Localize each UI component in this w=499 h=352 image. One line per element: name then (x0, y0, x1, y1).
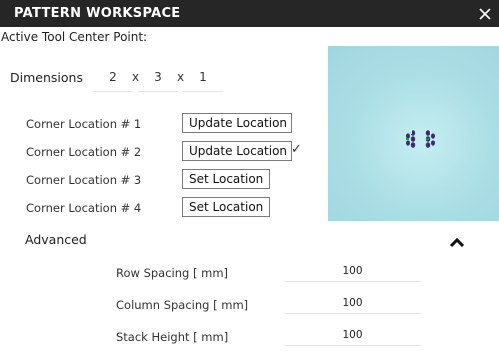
dimension-z-field[interactable]: 1 (183, 62, 223, 92)
corner-1-label: Corner Location # 1 (26, 117, 142, 131)
row-spacing-field[interactable]: 100 (285, 260, 420, 282)
window-title: PATTERN WORKSPACE (14, 6, 181, 21)
column-spacing-field[interactable]: 100 (285, 292, 420, 314)
corner-2-check-icon: ✓ (291, 142, 302, 157)
stack-height-field[interactable]: 100 (285, 324, 420, 346)
corner-3-label: Corner Location # 3 (26, 173, 142, 187)
pattern-parts-graphic (406, 130, 435, 148)
pattern-preview[interactable] (328, 46, 499, 221)
advanced-section-header[interactable]: Advanced (25, 232, 87, 247)
chevron-up-icon[interactable] (449, 233, 465, 248)
close-icon[interactable] (478, 6, 492, 20)
corner-1-update-button[interactable]: Update Location (182, 113, 292, 133)
corner-4-label: Corner Location # 4 (26, 201, 142, 215)
stack-height-label: Stack Height [ mm] (116, 330, 229, 344)
dimension-y-field[interactable]: 3 (138, 62, 178, 92)
active-tcp-label: Active Tool Center Point: (1, 30, 148, 44)
corner-4-set-button[interactable]: Set Location (182, 197, 270, 217)
corner-2-update-button[interactable]: Update Location (182, 141, 292, 161)
column-spacing-label: Column Spacing [ mm] (116, 298, 249, 312)
title-bar: PATTERN WORKSPACE (0, 0, 499, 27)
row-spacing-label: Row Spacing [ mm] (116, 266, 229, 280)
dimensions-label: Dimensions (10, 70, 83, 85)
corner-2-label: Corner Location # 2 (26, 145, 142, 159)
dimension-x-field[interactable]: 2 (93, 62, 133, 92)
corner-3-set-button[interactable]: Set Location (182, 169, 270, 189)
